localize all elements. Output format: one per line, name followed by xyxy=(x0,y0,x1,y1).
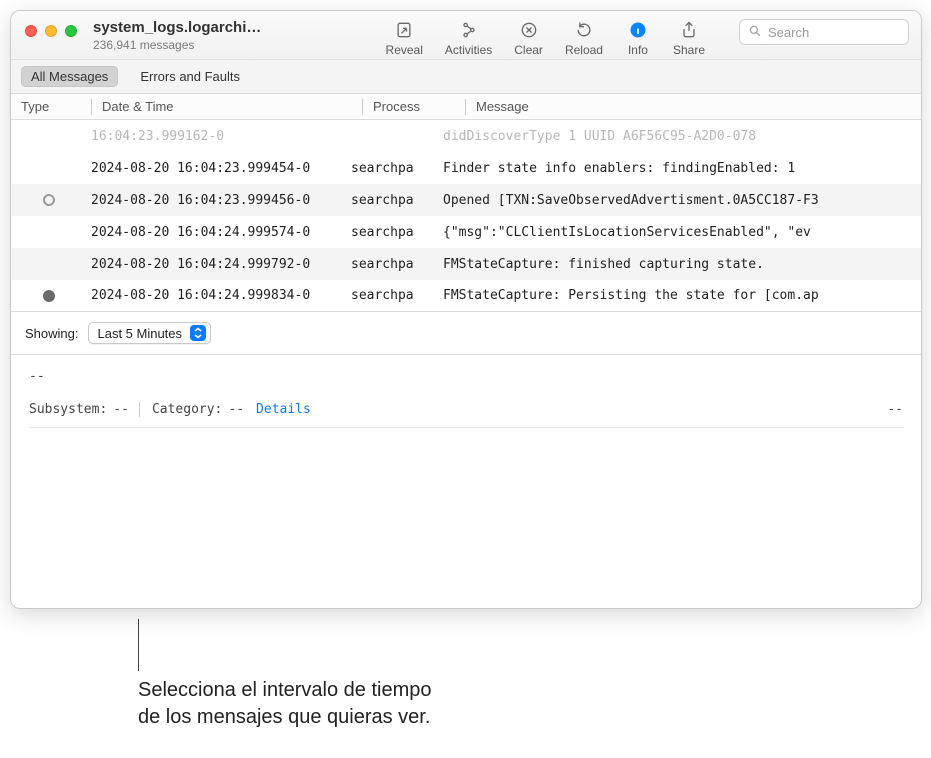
category-label: Category: xyxy=(152,402,222,417)
info-button[interactable]: Info xyxy=(625,19,651,57)
clear-button[interactable]: Clear xyxy=(514,19,543,57)
reveal-button[interactable]: Reveal xyxy=(386,19,423,57)
share-label: Share xyxy=(673,43,705,57)
time-range-popup[interactable]: Last 5 Minutes xyxy=(88,322,211,344)
titlebar: system_logs.logarchi… 236,941 messages R… xyxy=(11,11,921,60)
table-row[interactable]: 2024-08-20 16:04:24.999834-0searchpaFMSt… xyxy=(11,280,921,312)
showing-label: Showing: xyxy=(25,326,78,341)
cell-datetime: 2024-08-20 16:04:24.999834-0 xyxy=(91,288,351,303)
info-label: Info xyxy=(628,43,648,57)
search-input[interactable]: Search xyxy=(739,19,909,45)
filter-row: All Messages Errors and Faults xyxy=(11,60,921,94)
time-range-value: Last 5 Minutes xyxy=(97,326,182,341)
column-divider[interactable] xyxy=(362,99,363,115)
clear-icon xyxy=(516,19,542,41)
column-divider[interactable] xyxy=(465,99,466,115)
clear-label: Clear xyxy=(514,43,543,57)
cell-datetime: 2024-08-20 16:04:23.999454-0 xyxy=(91,161,351,176)
cell-process: searchpa xyxy=(351,225,443,240)
detail-right-dashes: -- xyxy=(887,402,903,417)
cell-message: didDiscoverType 1 UUID A6F56C95-A2D0-078 xyxy=(443,129,911,144)
cell-message: FMStateCapture: finished capturing state… xyxy=(443,257,911,272)
search-icon xyxy=(748,24,762,41)
search-wrap: Search xyxy=(739,19,909,45)
reveal-label: Reveal xyxy=(386,43,423,57)
subsystem-value: -- xyxy=(113,402,140,417)
fault-dot-icon xyxy=(43,290,55,302)
table-row[interactable]: 16:04:23.999162-0 didDiscoverType 1 UUID … xyxy=(11,120,921,152)
detail-pane: -- Subsystem: -- Category: -- Details -- xyxy=(11,355,921,608)
cell-process: searchpa xyxy=(351,257,443,272)
close-window-button[interactable] xyxy=(25,25,37,37)
filter-errors-and-faults[interactable]: Errors and Faults xyxy=(130,66,250,87)
callout-line-2: de los mensajes que quieras ver. xyxy=(138,704,558,731)
log-rows: 16:04:23.999162-0 didDiscoverType 1 UUID … xyxy=(11,120,921,312)
title-block: system_logs.logarchi… 236,941 messages xyxy=(93,19,261,52)
cell-type xyxy=(21,290,91,302)
column-header-type[interactable]: Type xyxy=(21,99,91,114)
details-link[interactable]: Details xyxy=(256,402,311,417)
activities-label: Activities xyxy=(445,43,492,57)
cell-process: searchpa xyxy=(351,193,443,208)
toolbar: Reveal Activities Clear xyxy=(386,19,909,57)
subsystem-label: Subsystem: xyxy=(29,402,107,417)
cell-datetime: 2024-08-20 16:04:23.999456-0 xyxy=(91,193,351,208)
message-count: 236,941 messages xyxy=(93,38,261,52)
zoom-window-button[interactable] xyxy=(65,25,77,37)
cell-process: searchpa xyxy=(351,288,443,303)
search-placeholder: Search xyxy=(768,25,809,40)
activities-icon xyxy=(456,19,482,41)
callout-line-1: Selecciona el intervalo de tiempo xyxy=(138,677,558,704)
share-button[interactable]: Share xyxy=(673,19,705,57)
column-header-process[interactable]: Process xyxy=(373,99,465,114)
cell-process: searchpa xyxy=(351,161,443,176)
chevron-up-down-icon xyxy=(190,325,206,341)
cell-type xyxy=(21,194,91,206)
table-row[interactable]: 2024-08-20 16:04:23.999454-0searchpaFind… xyxy=(11,152,921,184)
window-controls xyxy=(25,25,77,37)
info-icon xyxy=(625,19,651,41)
detail-meta-row: Subsystem: -- Category: -- Details -- xyxy=(29,384,903,428)
reload-label: Reload xyxy=(565,43,603,57)
table-header: Type Date & Time Process Message xyxy=(11,94,921,120)
console-window: system_logs.logarchi… 236,941 messages R… xyxy=(10,10,922,609)
callout-text: Selecciona el intervalo de tiempo de los… xyxy=(138,677,558,731)
showing-row: Showing: Last 5 Minutes xyxy=(11,312,921,355)
table-row[interactable]: 2024-08-20 16:04:24.999574-0searchpa{"ms… xyxy=(11,216,921,248)
window-title: system_logs.logarchi… xyxy=(93,19,261,36)
category-value: -- xyxy=(228,402,244,417)
column-header-message[interactable]: Message xyxy=(476,99,911,114)
cell-message: Opened [TXN:SaveObservedAdvertisment.0A5… xyxy=(443,193,911,208)
detail-top-dashes: -- xyxy=(29,369,903,384)
table-row[interactable]: 2024-08-20 16:04:23.999456-0searchpaOpen… xyxy=(11,184,921,216)
minimize-window-button[interactable] xyxy=(45,25,57,37)
cell-message: FMStateCapture: Persisting the state for… xyxy=(443,288,911,303)
error-dot-icon xyxy=(43,194,55,206)
cell-datetime: 2024-08-20 16:04:24.999792-0 xyxy=(91,257,351,272)
share-icon xyxy=(676,19,702,41)
cell-datetime: 16:04:23.999162-0 xyxy=(91,129,351,144)
reload-button[interactable]: Reload xyxy=(565,19,603,57)
reveal-icon xyxy=(391,19,417,41)
table-row[interactable]: 2024-08-20 16:04:24.999792-0searchpaFMSt… xyxy=(11,248,921,280)
filter-all-messages[interactable]: All Messages xyxy=(21,66,118,87)
cell-datetime: 2024-08-20 16:04:24.999574-0 xyxy=(91,225,351,240)
column-header-datetime[interactable]: Date & Time xyxy=(102,99,362,114)
cell-message: {"msg":"CLClientIsLocationServicesEnable… xyxy=(443,225,911,240)
reload-icon xyxy=(571,19,597,41)
callout-leader-line xyxy=(138,619,139,671)
activities-button[interactable]: Activities xyxy=(445,19,492,57)
column-divider[interactable] xyxy=(91,99,92,115)
cell-message: Finder state info enablers: findingEnabl… xyxy=(443,161,911,176)
